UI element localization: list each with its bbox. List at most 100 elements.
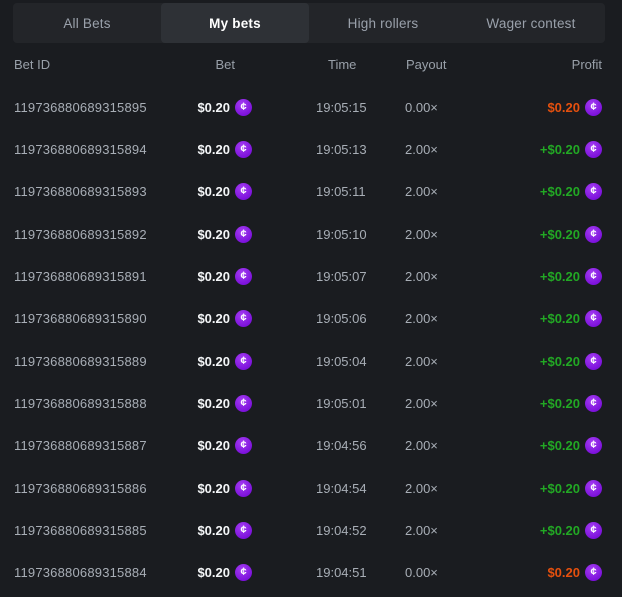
bet-amount: $0.20 bbox=[197, 396, 230, 411]
bet-time: 19:04:52 bbox=[252, 523, 380, 538]
coin-icon: ¢ bbox=[585, 268, 602, 285]
bet-profit: +$0.20 bbox=[540, 523, 580, 538]
bet-payout-multiplier: 2.00× bbox=[380, 523, 490, 538]
coin-icon: ¢ bbox=[235, 522, 252, 539]
table-row[interactable]: 119736880689315895$0.20¢19:05:150.00×$0.… bbox=[0, 86, 622, 128]
coin-icon: ¢ bbox=[235, 183, 252, 200]
bet-id: 119736880689315887 bbox=[14, 438, 184, 453]
bet-id: 119736880689315888 bbox=[14, 396, 184, 411]
bet-profit-cell: +$0.20 ¢ bbox=[490, 268, 602, 285]
bet-amount-cell: $0.20 ¢ bbox=[184, 564, 252, 581]
coin-icon: ¢ bbox=[235, 437, 252, 454]
bet-amount: $0.20 bbox=[197, 481, 230, 496]
coin-icon: ¢ bbox=[235, 480, 252, 497]
bet-amount-cell: $0.20 ¢ bbox=[184, 141, 252, 158]
bet-time: 19:04:54 bbox=[252, 481, 380, 496]
coin-icon: ¢ bbox=[585, 564, 602, 581]
tab-my-bets[interactable]: My bets bbox=[161, 3, 309, 43]
coin-icon: ¢ bbox=[585, 437, 602, 454]
table-row[interactable]: 119736880689315891$0.20¢19:05:072.00×+$0… bbox=[0, 255, 622, 297]
table-row[interactable]: 119736880689315890$0.20¢19:05:062.00×+$0… bbox=[0, 298, 622, 340]
bet-time: 19:05:15 bbox=[252, 100, 380, 115]
bet-payout-multiplier: 0.00× bbox=[380, 100, 490, 115]
bet-profit-cell: +$0.20¢ bbox=[490, 141, 602, 158]
bets-table-body: 119736880689315895$0.20¢19:05:150.00×$0.… bbox=[0, 86, 622, 594]
table-row[interactable]: 119736880689315884$0.20¢19:04:510.00×$0.… bbox=[0, 552, 622, 594]
bet-amount: $0.20 bbox=[197, 184, 230, 199]
bet-payout-multiplier: 2.00× bbox=[380, 438, 490, 453]
bet-profit: $0.20 bbox=[547, 565, 580, 580]
bets-tab-bar: All BetsMy betsHigh rollersWager contest bbox=[13, 3, 605, 43]
bet-profit: +$0.20 bbox=[540, 481, 580, 496]
bet-payout-multiplier: 2.00× bbox=[380, 311, 490, 326]
bet-time: 19:05:13 bbox=[252, 142, 380, 157]
coin-icon: ¢ bbox=[235, 564, 252, 581]
bet-amount: $0.20 bbox=[197, 565, 230, 580]
bet-amount: $0.20 bbox=[197, 227, 230, 242]
bet-profit-cell: +$0.20 ¢ bbox=[490, 522, 602, 539]
tab-all-bets[interactable]: All Bets bbox=[13, 3, 161, 43]
bet-id: 119736880689315892 bbox=[14, 227, 184, 242]
coin-icon: ¢ bbox=[235, 353, 252, 370]
bet-profit-cell: $0.20 ¢ bbox=[490, 564, 602, 581]
coin-icon: ¢ bbox=[585, 353, 602, 370]
coin-icon: ¢ bbox=[585, 522, 602, 539]
bet-amount-cell: $0.20 ¢ bbox=[184, 437, 252, 454]
bet-payout-multiplier: 2.00× bbox=[380, 481, 490, 496]
bet-profit-cell: +$0.20¢ bbox=[490, 437, 602, 454]
bet-payout-multiplier: 2.00× bbox=[380, 142, 490, 157]
table-row[interactable]: 119736880689315892$0.20¢19:05:102.00×+$0… bbox=[0, 213, 622, 255]
coin-icon: ¢ bbox=[235, 141, 252, 158]
bet-amount-cell: $0.20¢ bbox=[184, 522, 252, 539]
bet-id: 119736880689315890 bbox=[14, 311, 184, 326]
table-row[interactable]: 119736880689315885$0.20¢19:04:522.00×+$0… bbox=[0, 509, 622, 551]
bet-time: 19:05:11 bbox=[252, 184, 380, 199]
bet-profit-cell: $0.20 ¢ bbox=[490, 99, 602, 116]
coin-icon: ¢ bbox=[585, 310, 602, 327]
table-row[interactable]: 119736880689315893$0.20¢19:05:112.00×+$0… bbox=[0, 171, 622, 213]
bet-amount-cell: $0.20¢ bbox=[184, 353, 252, 370]
table-row[interactable]: 119736880689315887$0.20¢19:04:562.00×+$0… bbox=[0, 425, 622, 467]
bet-profit-cell: +$0.20¢ bbox=[490, 226, 602, 243]
bet-profit: +$0.20 bbox=[540, 396, 580, 411]
coin-icon: ¢ bbox=[585, 99, 602, 116]
bet-profit: +$0.20 bbox=[540, 269, 580, 284]
bet-profit-cell: +$0.20¢ bbox=[490, 480, 602, 497]
column-header-bet: Bet bbox=[184, 57, 252, 72]
bet-amount: $0.20 bbox=[197, 438, 230, 453]
bet-time: 19:04:56 bbox=[252, 438, 380, 453]
bet-profit: +$0.20 bbox=[540, 184, 580, 199]
coin-icon: ¢ bbox=[235, 395, 252, 412]
bet-amount: $0.20 bbox=[197, 311, 230, 326]
tab-high-rollers[interactable]: High rollers bbox=[309, 3, 457, 43]
bet-payout-multiplier: 2.00× bbox=[380, 396, 490, 411]
bet-id: 119736880689315894 bbox=[14, 142, 184, 157]
table-row[interactable]: 119736880689315886$0.20¢19:04:542.00×+$0… bbox=[0, 467, 622, 509]
bet-id: 119736880689315884 bbox=[14, 565, 184, 580]
bet-id: 119736880689315885 bbox=[14, 523, 184, 538]
column-header-time: Time bbox=[252, 57, 380, 72]
bet-profit-cell: +$0.20¢ bbox=[490, 353, 602, 370]
table-row[interactable]: 119736880689315889$0.20¢19:05:042.00×+$0… bbox=[0, 340, 622, 382]
bet-payout-multiplier: 2.00× bbox=[380, 269, 490, 284]
coin-icon: ¢ bbox=[585, 226, 602, 243]
bet-amount-cell: $0.20¢ bbox=[184, 226, 252, 243]
bet-amount: $0.20 bbox=[197, 100, 230, 115]
column-header-bet-id: Bet ID bbox=[14, 57, 184, 72]
bet-time: 19:05:06 bbox=[252, 311, 380, 326]
tab-wager-contest[interactable]: Wager contest bbox=[457, 3, 605, 43]
column-header-profit: Profit bbox=[490, 57, 602, 72]
coin-icon: ¢ bbox=[235, 310, 252, 327]
bet-payout-multiplier: 2.00× bbox=[380, 184, 490, 199]
table-row[interactable]: 119736880689315888$0.20¢19:05:012.00×+$0… bbox=[0, 382, 622, 424]
bet-time: 19:04:51 bbox=[252, 565, 380, 580]
coin-icon: ¢ bbox=[585, 183, 602, 200]
bet-amount: $0.20 bbox=[197, 269, 230, 284]
bet-profit: $0.20 bbox=[547, 100, 580, 115]
bet-amount: $0.20 bbox=[197, 142, 230, 157]
bet-profit: +$0.20 bbox=[540, 142, 580, 157]
table-row[interactable]: 119736880689315894$0.20¢19:05:132.00×+$0… bbox=[0, 128, 622, 170]
coin-icon: ¢ bbox=[235, 99, 252, 116]
bet-time: 19:05:04 bbox=[252, 354, 380, 369]
bet-amount-cell: $0.20 ¢ bbox=[184, 395, 252, 412]
